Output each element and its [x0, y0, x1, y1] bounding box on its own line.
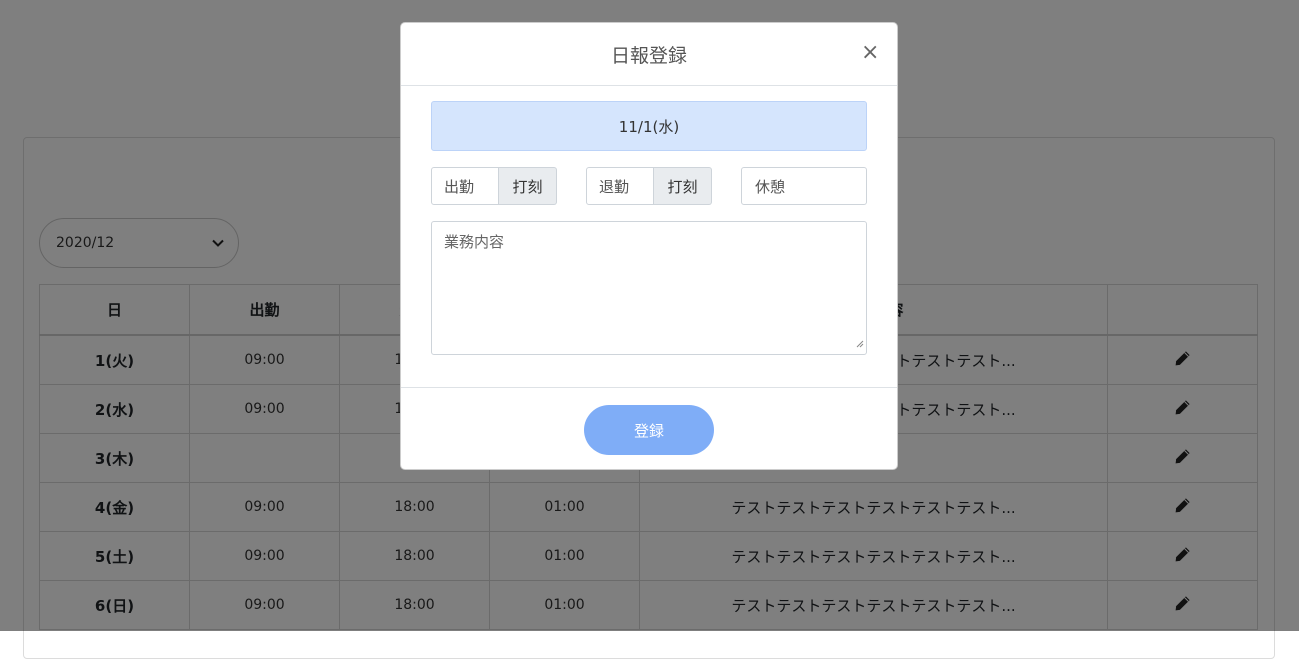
clock-in-input[interactable]: 出勤 — [431, 167, 499, 205]
clock-in-group: 出勤 打刻 — [431, 167, 557, 205]
daily-report-modal: 日報登録 × 11/1(水) 出勤 打刻 退勤 打刻 休憩 業務内容 登録 — [400, 22, 898, 470]
clock-out-group: 退勤 打刻 — [586, 167, 712, 205]
content-textarea[interactable]: 業務内容 — [431, 221, 867, 355]
resize-grip-icon[interactable] — [855, 334, 864, 352]
break-placeholder: 休憩 — [755, 177, 786, 196]
clock-out-placeholder: 退勤 — [599, 177, 630, 196]
clock-in-placeholder: 出勤 — [444, 177, 475, 196]
clock-out-input[interactable]: 退勤 — [586, 167, 654, 205]
modal-footer: 登録 — [401, 387, 897, 470]
break-input[interactable]: 休憩 — [741, 167, 867, 205]
submit-button[interactable]: 登録 — [584, 405, 714, 455]
selected-date: 11/1(水) — [618, 117, 680, 136]
modal-title: 日報登録 — [610, 44, 687, 67]
modal-header: 日報登録 × — [401, 23, 897, 86]
close-icon[interactable]: × — [861, 42, 879, 64]
clock-in-stamp-button[interactable]: 打刻 — [499, 167, 557, 205]
date-banner: 11/1(水) — [431, 101, 867, 151]
content-placeholder: 業務内容 — [444, 233, 505, 251]
clock-out-stamp-button[interactable]: 打刻 — [654, 167, 712, 205]
